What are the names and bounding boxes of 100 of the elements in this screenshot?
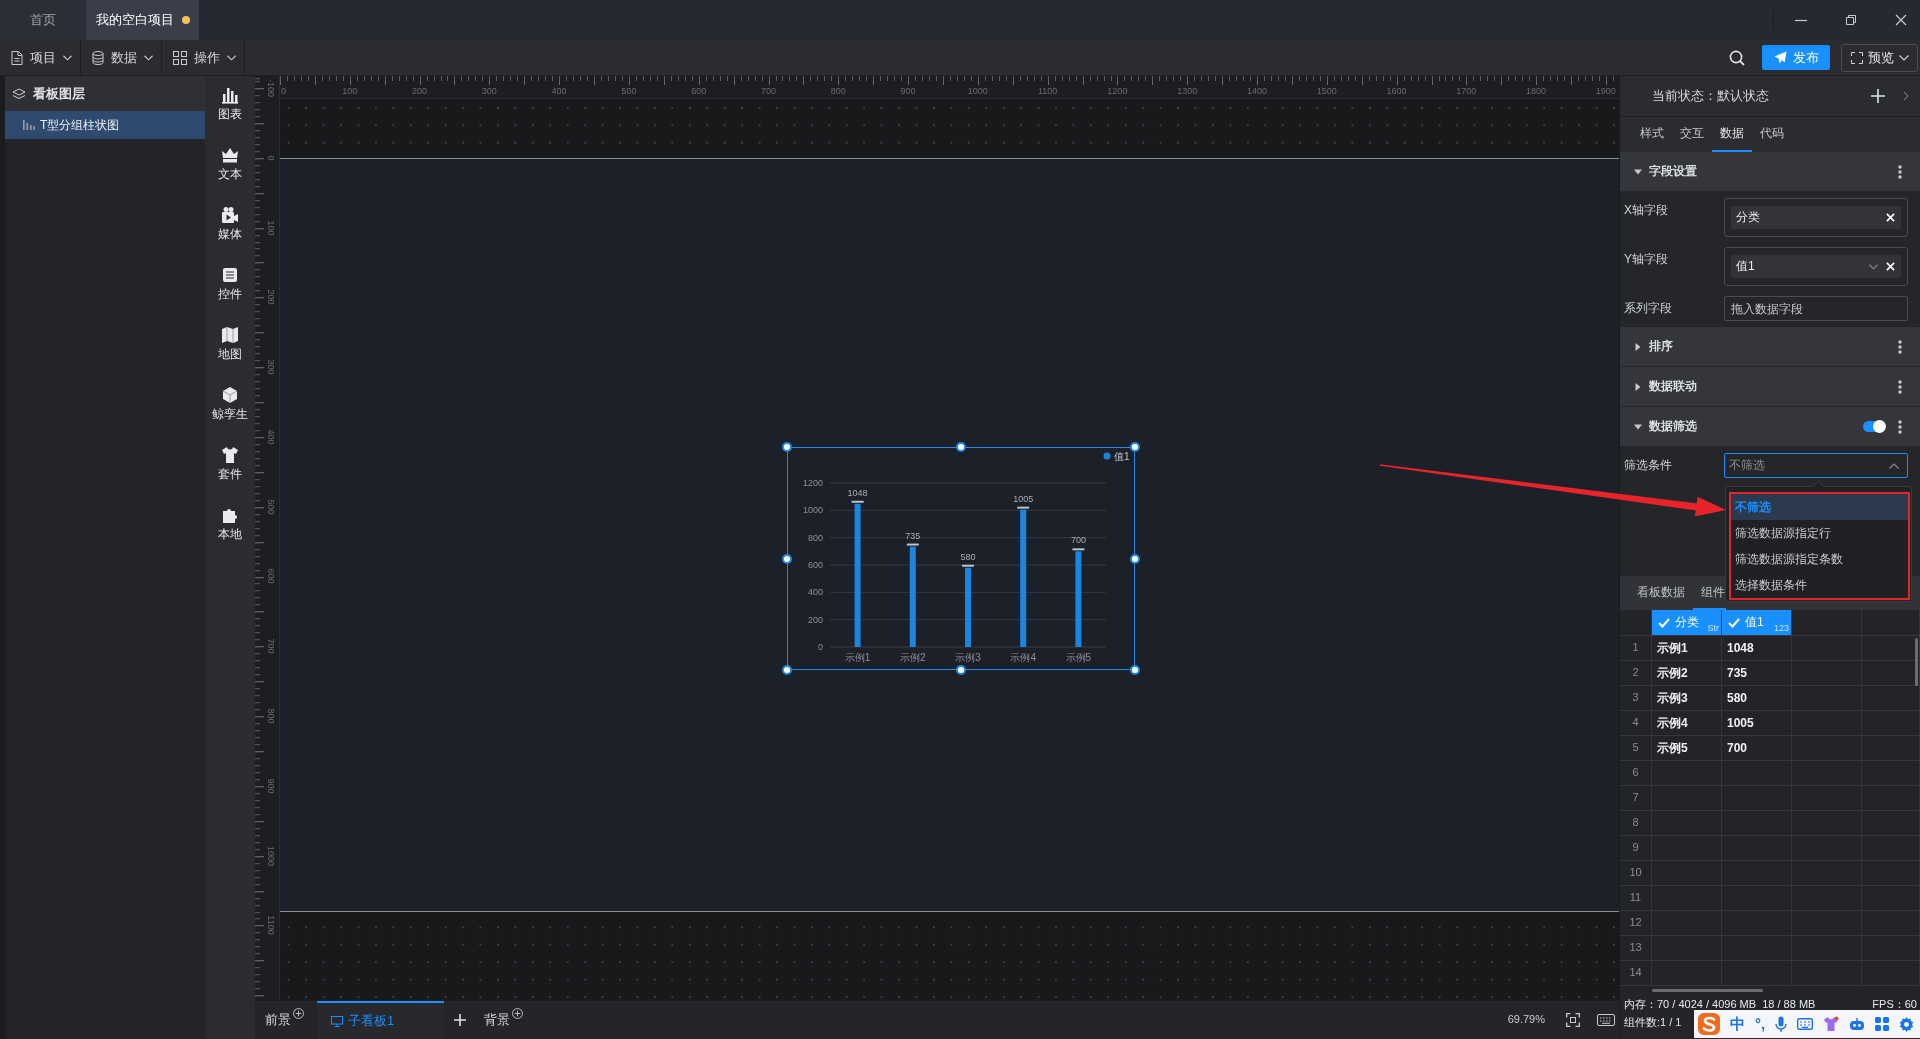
legend-label[interactable]: 值1 [1114,450,1130,462]
component-category[interactable]: 媒体 [205,196,255,256]
settings-icon[interactable] [1899,1016,1915,1032]
microphone-icon[interactable] [1775,1016,1788,1032]
background-button[interactable]: 背景 [478,1001,529,1039]
logo-icon[interactable] [1698,1013,1720,1035]
ruler-label: 1600 [1386,86,1407,98]
ruler-label: 1100 [266,915,276,936]
ruler-label: 300 [266,359,276,375]
chevron-right-icon[interactable] [1903,91,1909,101]
section-header[interactable]: 数据筛选 [1620,407,1920,447]
fit-screen-icon[interactable] [1566,1013,1580,1027]
panel-title: 看板图层 [33,85,85,102]
panel-tab[interactable]: 代码 [1752,117,1792,152]
column-type: Str [1707,623,1719,634]
close-icon[interactable] [1895,14,1907,26]
robot-icon[interactable] [1849,1017,1866,1031]
component-category[interactable]: 地图 [205,316,255,376]
more-icon[interactable] [1898,419,1902,434]
plus-icon[interactable] [454,1014,466,1026]
field-tag[interactable]: 值1 [1731,255,1901,278]
dropdown-option[interactable]: 选择数据条件 [1731,572,1908,598]
preview-button[interactable]: 预览 [1841,43,1918,72]
chevron-down-icon[interactable] [1869,263,1878,270]
section-header[interactable]: 排序 [1620,327,1920,367]
resize-handle[interactable] [1130,442,1140,452]
resize-handle[interactable] [956,665,966,675]
scrollbar[interactable] [1915,638,1918,686]
data-label: 1048 [847,487,868,498]
legend-dot-icon[interactable] [1103,452,1111,460]
section-title: 数据筛选 [1649,419,1697,434]
table-cell: 示例3 [1652,686,1722,710]
database-icon [92,50,104,65]
board-tab[interactable]: 子看板1 [317,1001,444,1039]
check-icon[interactable] [1728,617,1740,628]
drop-field[interactable]: 拖入数据字段 [1724,296,1908,321]
chevron-down-icon [144,54,153,61]
component-category[interactable]: 套件 [205,436,255,496]
section-header[interactable]: 字段设置 [1620,152,1920,192]
window-tab[interactable]: 我的空白项目 [86,0,199,40]
resize-handle[interactable] [782,665,792,675]
layer-item[interactable]: T型分组柱状图 [5,111,205,139]
resize-handle[interactable] [782,442,792,452]
input-mode-label[interactable]: 中 [1730,1015,1745,1033]
plus-icon[interactable] [1871,89,1885,103]
dropdown-option[interactable]: 筛选数据源指定条数 [1731,546,1908,572]
bar-cap [962,564,974,567]
chevron-down-icon [1898,54,1909,61]
axis-label: 示例3 [955,652,981,663]
chevron-up-icon [1889,462,1899,469]
component-category[interactable]: 文本 [205,136,255,196]
dropdown-option[interactable]: 不筛选 [1731,494,1908,520]
more-icon[interactable] [1898,379,1902,394]
grid-icon[interactable] [1875,1017,1890,1031]
more-icon[interactable] [1898,164,1902,179]
menu-button[interactable]: 操作 [162,40,245,75]
resize-handle[interactable] [1130,665,1140,675]
chart-bar[interactable] [854,503,861,647]
search-icon[interactable] [1729,49,1745,66]
table-cell: 580 [1722,686,1792,710]
shirt-icon[interactable] [1823,1016,1840,1032]
restore-icon[interactable] [1845,14,1857,26]
panel-tab[interactable]: 样式 [1632,117,1672,152]
chart-bar[interactable] [1075,551,1082,647]
menu-button[interactable]: 数据 [81,40,162,75]
component-category[interactable]: 鲸孪生 [205,376,255,436]
resize-handle[interactable] [956,442,966,452]
resize-handle[interactable] [1130,553,1140,564]
data-tab[interactable]: 看板数据 [1629,576,1693,610]
resize-handle[interactable] [782,553,792,564]
chart-widget[interactable]: 0 200 400 600 800 1000 1200 示例1 示例2 示例3 示例4 示例5 1048 735 580 1005 700 值1 [781,441,1141,676]
foreground-button[interactable]: 前景 [259,1001,310,1039]
component-category[interactable]: 图表 [205,76,255,136]
toggle-switch[interactable] [1863,421,1885,432]
keyboard-icon[interactable] [1797,1018,1814,1030]
punctuation-label[interactable]: °, [1755,1015,1766,1033]
data-label: 580 [960,551,976,562]
scrollbar[interactable] [1652,989,1763,992]
data-label: 735 [905,530,921,541]
ruler-label: 800 [266,708,276,724]
dropdown-option[interactable]: 筛选数据源指定行 [1731,520,1908,546]
zoom-level: 69.79% [1507,1013,1545,1027]
axis-label: 示例5 [1065,652,1092,663]
chart-bar[interactable] [909,546,916,647]
component-category[interactable]: 本地 [205,496,255,556]
list-card-icon [221,266,239,284]
window-tab[interactable]: 首页 [0,0,85,40]
ruler-label: 1000 [266,845,276,866]
ruler-label: 0 [266,155,276,161]
check-icon[interactable] [1658,617,1670,628]
component-category[interactable]: 控件 [205,256,255,316]
keyboard-icon[interactable] [1597,1014,1615,1026]
more-icon[interactable] [1898,339,1902,354]
field-tag[interactable]: 分类 [1731,206,1901,229]
panel-tab[interactable]: 交互 [1672,117,1712,152]
chart-bar[interactable] [1020,509,1027,647]
select-field[interactable]: 不筛选 [1724,453,1908,478]
section-header[interactable]: 数据联动 [1620,367,1920,407]
menu-button[interactable]: 项目 [0,40,81,75]
data-label: 1005 [1013,493,1034,504]
